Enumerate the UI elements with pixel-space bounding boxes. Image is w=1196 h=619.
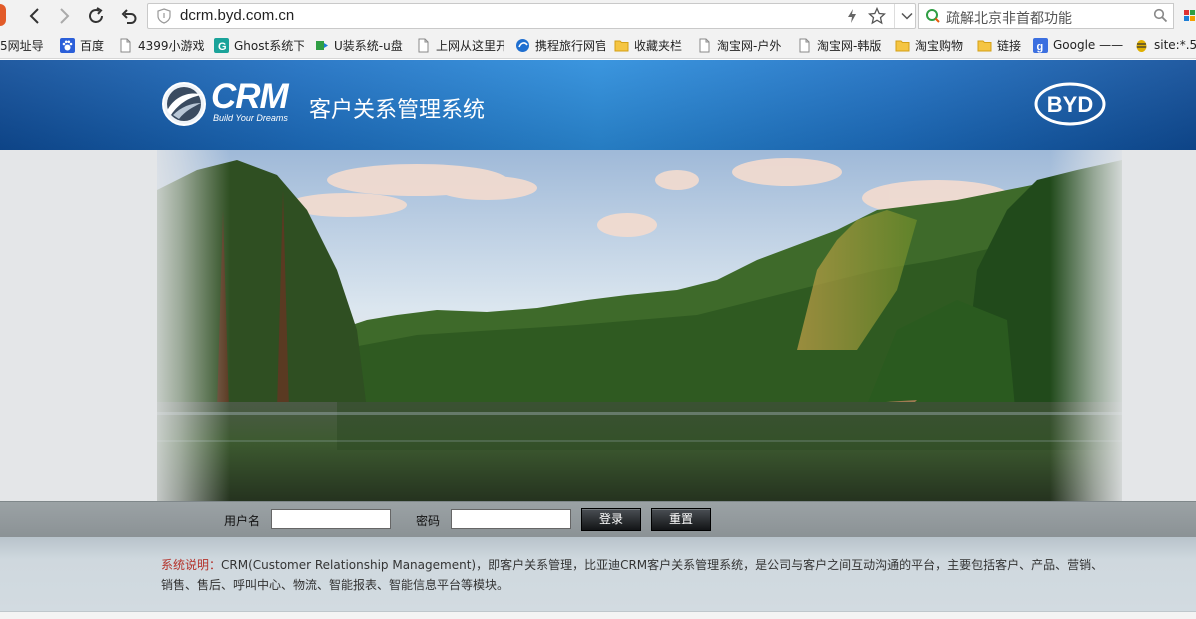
- bookmark-label: 5网址导: [0, 38, 44, 53]
- bookmark-label: 4399小游戏: [138, 38, 205, 53]
- system-description: 系统说明：CRM(Customer Relationship Managemen…: [161, 555, 1111, 595]
- bee-icon: [1136, 39, 1147, 52]
- bookmark-label: 淘宝网-户外: [717, 38, 782, 53]
- bookmark-item[interactable]: 上网从这里开: [416, 36, 504, 54]
- forward-arrow-icon: [60, 8, 70, 24]
- bookmark-star-icon[interactable]: [868, 7, 886, 25]
- folder-icon: [614, 40, 629, 51]
- ghost-icon: G: [214, 37, 229, 53]
- username-input[interactable]: [271, 509, 391, 529]
- svg-text:g: g: [1037, 41, 1044, 53]
- crm-logo-tagline: Build Your Dreams: [213, 113, 288, 123]
- bookmark-item[interactable]: 淘宝网-户外: [697, 36, 787, 54]
- password-input[interactable]: [451, 509, 571, 529]
- address-separator: [894, 4, 895, 28]
- bookmark-label: site:*.55: [1154, 38, 1196, 52]
- search-suggestion-text[interactable]: 疏解北京非首都功能: [946, 8, 1072, 28]
- login-bar: 用户名 密码 登录 重置: [0, 501, 1196, 537]
- bookmark-item[interactable]: U装系统-u盘: [314, 36, 406, 54]
- back-button[interactable]: [22, 3, 48, 29]
- chevron-down-icon[interactable]: [900, 9, 914, 23]
- banner-right-fade: [1050, 150, 1130, 501]
- crm-swoosh-icon: [162, 82, 206, 126]
- extension-icon[interactable]: [1183, 8, 1196, 24]
- bookmark-item[interactable]: 携程旅行网官: [515, 36, 605, 54]
- bookmark-label: 百度: [80, 38, 105, 53]
- refresh-icon: [89, 7, 103, 23]
- bookmark-label: 链接: [997, 38, 1022, 53]
- bookmark-item[interactable]: 淘宝购物: [895, 36, 971, 54]
- bookmark-label: 上网从这里开: [436, 38, 504, 53]
- bookmark-label: 携程旅行网官: [535, 38, 605, 53]
- address-bar[interactable]: dcrm.byd.com.cn: [147, 3, 916, 29]
- baidu-paw-icon: [60, 37, 75, 53]
- page-icon: [418, 38, 429, 52]
- browser-toolbar: dcrm.byd.com.cn 疏解北京非首都功能: [0, 0, 1196, 32]
- bookmark-label: Ghost系统下: [234, 38, 304, 53]
- google-icon: g: [1033, 37, 1048, 53]
- crm-logo: CRM Build Your Dreams: [161, 77, 301, 129]
- login-button[interactable]: 登录: [581, 508, 641, 531]
- bookmark-item[interactable]: 链接: [977, 36, 1027, 54]
- password-label: 密码: [416, 514, 441, 528]
- undo-icon: [121, 9, 137, 24]
- footer-strip: [0, 611, 1196, 619]
- bookmark-item[interactable]: 4399小游戏: [118, 36, 206, 54]
- bookmark-label: 淘宝网-韩版: [817, 38, 882, 53]
- banner-left-fade: [140, 150, 230, 501]
- description-label: 系统说明：: [161, 558, 222, 572]
- bookmarks-bar: 5网址导 百度 4399小游戏 G Ghost系统下 U装系统-u盘 上网从这里…: [0, 32, 1196, 59]
- bookmark-item[interactable]: 百度: [60, 36, 110, 54]
- page-icon: [699, 38, 710, 52]
- username-label: 用户名: [224, 514, 261, 528]
- folder-icon: [895, 40, 910, 51]
- system-description-area: 系统说明：CRM(Customer Relationship Managemen…: [0, 537, 1196, 611]
- bookmark-label: 收藏夹栏: [634, 38, 683, 53]
- byd-logo: BYD: [1034, 82, 1106, 126]
- search-icon[interactable]: [1153, 8, 1168, 23]
- search-engine-icon: [926, 9, 940, 23]
- page-icon: [799, 38, 810, 52]
- undo-close-button[interactable]: [116, 3, 142, 29]
- description-text: CRM(Customer Relationship Management)，即客…: [161, 558, 1104, 592]
- bookmark-label: 淘宝购物: [915, 38, 964, 53]
- ctrip-icon: [516, 38, 529, 52]
- page-icon: [120, 38, 131, 52]
- bookmark-item[interactable]: 淘宝网-韩版: [797, 36, 887, 54]
- lake-forest-image: [157, 150, 1122, 501]
- forward-button[interactable]: [51, 3, 77, 29]
- svg-text:G: G: [218, 41, 227, 53]
- landscape-banner: [0, 150, 1196, 501]
- lightning-icon[interactable]: [844, 8, 860, 24]
- security-shield-icon: [157, 8, 171, 24]
- folder-icon: [977, 40, 992, 51]
- byd-logo-text: BYD: [1047, 92, 1093, 117]
- bookmark-label: Google ——: [1053, 38, 1124, 52]
- reset-button[interactable]: 重置: [651, 508, 711, 531]
- browser-search-box[interactable]: 疏解北京非首都功能: [918, 3, 1174, 29]
- refresh-button[interactable]: [83, 3, 109, 29]
- usb-icon: [316, 40, 328, 50]
- bookmark-label: U装系统-u盘: [334, 38, 403, 53]
- bookmark-item[interactable]: site:*.55: [1134, 36, 1196, 54]
- url-text[interactable]: dcrm.byd.com.cn: [180, 7, 294, 24]
- page-title: 客户关系管理系统: [309, 98, 486, 123]
- bookmark-item[interactable]: 5网址导: [0, 36, 50, 54]
- back-arrow-icon: [29, 8, 39, 24]
- bookmark-item[interactable]: G Ghost系统下: [214, 36, 304, 54]
- browser-logo-edge: [0, 4, 6, 26]
- crm-logo-text: CRM: [211, 77, 289, 116]
- crm-header: CRM Build Your Dreams 客户关系管理系统 BYD: [0, 60, 1196, 150]
- bookmark-item[interactable]: 收藏夹栏: [614, 36, 690, 54]
- bookmark-item[interactable]: g Google ——: [1033, 36, 1125, 54]
